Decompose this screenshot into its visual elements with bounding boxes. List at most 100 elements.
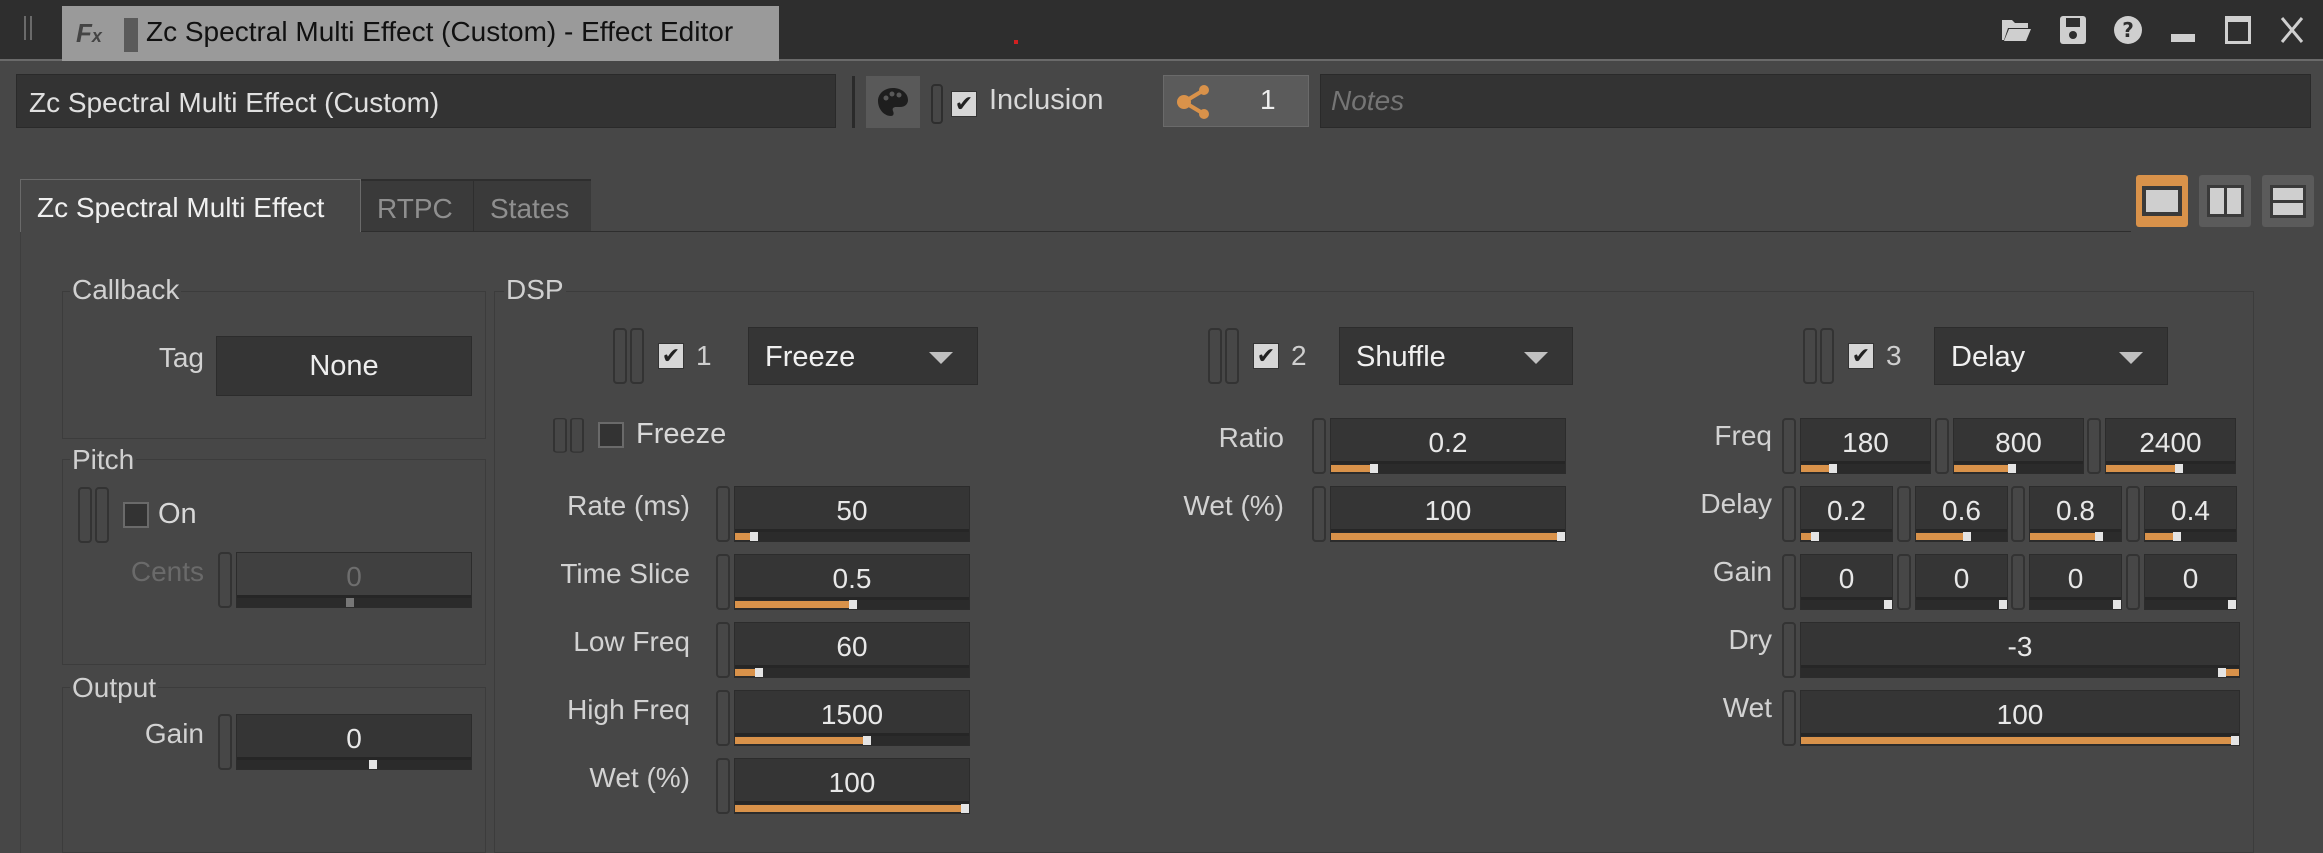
slot1-rate-ms-slider[interactable]: 50 xyxy=(716,486,970,542)
effect-name-field[interactable]: Zc Spectral Multi Effect (Custom) xyxy=(16,74,836,128)
slot2-effect-dropdown[interactable]: Shuffle xyxy=(1339,327,1573,385)
gain-band-1-thumb[interactable] xyxy=(1884,600,1892,609)
slot2-ratio-link-indicator[interactable] xyxy=(1312,418,1326,474)
slot1-low-freq-slider[interactable]: 60 xyxy=(716,622,970,678)
gain-band-3-link-indicator[interactable] xyxy=(2011,554,2025,610)
slot1-rate-ms-link-indicator[interactable] xyxy=(716,486,730,542)
freeze-checkbox[interactable] xyxy=(598,422,624,448)
slot1-wet-link-indicator[interactable] xyxy=(716,758,730,814)
gain-band-4-slider[interactable]: 0 xyxy=(2126,554,2237,610)
tab-rtpc[interactable]: RTPC xyxy=(361,179,473,232)
slot1-link-indicator[interactable] xyxy=(613,328,644,384)
delay-band-3-link-indicator[interactable] xyxy=(2011,486,2025,542)
slot1-time-slice-slider[interactable]: 0.5 xyxy=(716,554,970,610)
slot3-link-indicator[interactable] xyxy=(1803,328,1834,384)
delay-band-3-thumb[interactable] xyxy=(2094,532,2103,541)
freq-band-3-slider[interactable]: 2400 xyxy=(2087,418,2236,474)
notes-input[interactable] xyxy=(1320,74,2311,128)
slot2-ratio-thumb[interactable] xyxy=(1369,464,1378,473)
slot1-high-freq-thumb[interactable] xyxy=(862,736,871,745)
gain-band-1-slider[interactable]: 0 xyxy=(1782,554,1893,610)
tag-button[interactable]: None xyxy=(216,336,472,396)
freq-band-2-slider[interactable]: 800 xyxy=(1935,418,2084,474)
freq-band-1-link-indicator[interactable] xyxy=(1782,418,1796,474)
help-icon[interactable]: ? xyxy=(2110,12,2146,48)
slot2-wet-slider[interactable]: 100 xyxy=(1312,486,1566,542)
delay-band-1-thumb[interactable] xyxy=(1811,532,1820,541)
delay-band-2-slider[interactable]: 0.6 xyxy=(1897,486,2008,542)
gain-band-3-slider[interactable]: 0 xyxy=(2011,554,2122,610)
delay-band-4-link-indicator[interactable] xyxy=(2126,486,2140,542)
delay-band-3-slider[interactable]: 0.8 xyxy=(2011,486,2122,542)
color-palette-button[interactable] xyxy=(866,76,920,128)
wet-link-indicator[interactable] xyxy=(1782,690,1796,746)
slot2-wet-thumb[interactable] xyxy=(1557,532,1565,541)
freq-band-1-slider[interactable]: 180 xyxy=(1782,418,1931,474)
slot1-enable-checkbox[interactable]: ✔ xyxy=(658,343,684,369)
pitch-on-checkbox[interactable] xyxy=(123,502,149,528)
slot1-low-freq-thumb[interactable] xyxy=(755,668,764,677)
slot2-ratio-slider[interactable]: 0.2 xyxy=(1312,418,1566,474)
tab-states[interactable]: States xyxy=(473,179,591,232)
slot1-effect-dropdown[interactable]: Freeze xyxy=(748,327,978,385)
gain-band-2-slider[interactable]: 0 xyxy=(1897,554,2008,610)
freq-band-3-link-indicator[interactable] xyxy=(2087,418,2101,474)
freq-band-3-thumb[interactable] xyxy=(2175,464,2184,473)
maximize-icon[interactable] xyxy=(2220,12,2256,48)
dry-link-indicator[interactable] xyxy=(1782,622,1796,678)
gain-band-4-link-indicator[interactable] xyxy=(2126,554,2140,610)
slot3-enable-checkbox[interactable]: ✔ xyxy=(1848,343,1874,369)
slot1-time-slice-thumb[interactable] xyxy=(848,600,857,609)
dry-thumb[interactable] xyxy=(2217,668,2226,677)
inclusion-checkbox[interactable]: ✔ xyxy=(951,91,977,117)
vertical-split-layout-button[interactable] xyxy=(2199,175,2251,227)
gain-band-2-thumb[interactable] xyxy=(1999,600,2007,609)
single-layout-button[interactable] xyxy=(2136,175,2188,227)
freeze-link-indicator[interactable] xyxy=(553,418,584,453)
save-icon[interactable] xyxy=(2055,12,2091,48)
dry-slider[interactable]: -3 xyxy=(1782,622,2240,678)
output-gain-thumb[interactable] xyxy=(369,760,378,769)
slot1-wet-slider[interactable]: 100 xyxy=(716,758,970,814)
delay-band-1-slider[interactable]: 0.2 xyxy=(1782,486,1893,542)
drag-grip-handle[interactable] xyxy=(24,16,32,40)
gain-band-2-link-indicator[interactable] xyxy=(1897,554,1911,610)
inclusion-link-indicator[interactable] xyxy=(931,84,943,124)
freq-band-1-thumb[interactable] xyxy=(1829,464,1838,473)
delay-band-2-thumb[interactable] xyxy=(1962,532,1971,541)
gain-band-3-thumb[interactable] xyxy=(2113,600,2121,609)
cents-thumb[interactable] xyxy=(346,598,354,607)
cents-link-indicator[interactable] xyxy=(218,552,232,608)
open-folder-icon[interactable] xyxy=(1998,12,2034,48)
window-tab[interactable]: Fx Zc Spectral Multi Effect (Custom) - E… xyxy=(62,6,779,61)
pitch-on-link-indicator[interactable] xyxy=(78,487,109,543)
references-button[interactable]: 1 xyxy=(1163,75,1309,127)
slot1-high-freq-link-indicator[interactable] xyxy=(716,690,730,746)
gain-band-1-link-indicator[interactable] xyxy=(1782,554,1796,610)
slot2-enable-checkbox[interactable]: ✔ xyxy=(1253,343,1279,369)
delay-band-4-thumb[interactable] xyxy=(2173,532,2182,541)
slot1-time-slice-link-indicator[interactable] xyxy=(716,554,730,610)
output-gain-link-indicator[interactable] xyxy=(218,714,232,770)
slot2-link-indicator[interactable] xyxy=(1208,328,1239,384)
freq-band-2-link-indicator[interactable] xyxy=(1935,418,1949,474)
slot1-wet-thumb[interactable] xyxy=(961,804,969,813)
slot1-high-freq-slider[interactable]: 1500 xyxy=(716,690,970,746)
wet-thumb[interactable] xyxy=(2231,736,2239,745)
freq-band-2-thumb[interactable] xyxy=(2007,464,2016,473)
minimize-icon[interactable] xyxy=(2165,12,2201,48)
close-icon[interactable] xyxy=(2274,12,2310,48)
output-gain-slider[interactable]: 0 xyxy=(218,714,472,770)
horizontal-split-layout-button[interactable] xyxy=(2262,175,2314,227)
slot1-rate-ms-thumb[interactable] xyxy=(750,532,759,541)
wet-slider[interactable]: 100 xyxy=(1782,690,2240,746)
gain-band-4-thumb[interactable] xyxy=(2228,600,2236,609)
tab-effect[interactable]: Zc Spectral Multi Effect xyxy=(20,179,361,232)
delay-band-4-slider[interactable]: 0.4 xyxy=(2126,486,2237,542)
slot1-low-freq-link-indicator[interactable] xyxy=(716,622,730,678)
slot2-wet-link-indicator[interactable] xyxy=(1312,486,1326,542)
slot3-effect-dropdown[interactable]: Delay xyxy=(1934,327,2168,385)
cents-slider[interactable]: 0 xyxy=(218,552,472,608)
delay-band-2-link-indicator[interactable] xyxy=(1897,486,1911,542)
delay-band-1-link-indicator[interactable] xyxy=(1782,486,1796,542)
